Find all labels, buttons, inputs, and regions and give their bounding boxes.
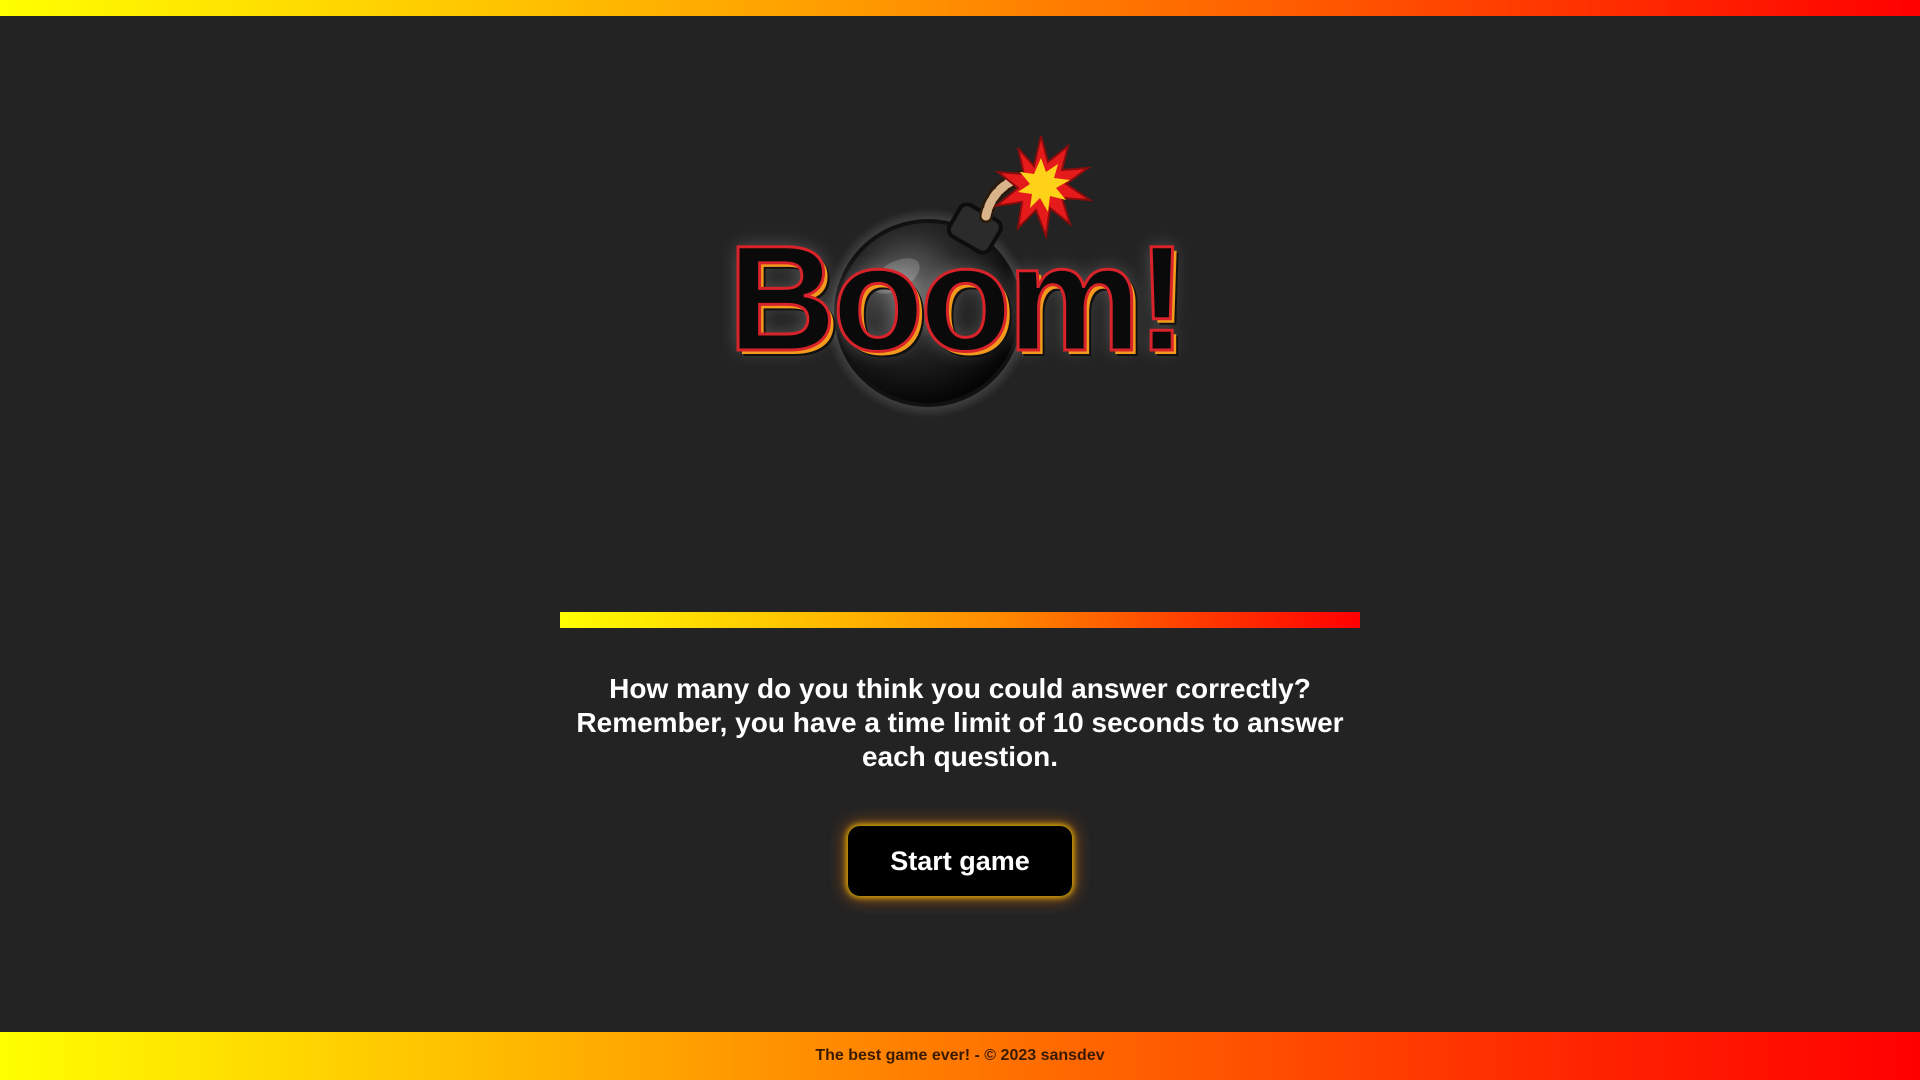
- footer-text: The best game ever! - © 2023 sansdev: [815, 1047, 1105, 1064]
- boom-logo: Boom!: [727, 128, 1189, 428]
- game-page: Boom! How many do you think you could an…: [0, 0, 1920, 1080]
- intro-question-text: How many do you think you could answer c…: [576, 673, 1344, 772]
- start-game-button[interactable]: Start game: [848, 826, 1072, 896]
- logo-title: Boom!: [727, 214, 1189, 382]
- footer: The best game ever! - © 2023 sansdev: [0, 1032, 1920, 1080]
- timer-progress-bar: [560, 612, 1360, 628]
- top-gradient-bar: [0, 0, 1920, 16]
